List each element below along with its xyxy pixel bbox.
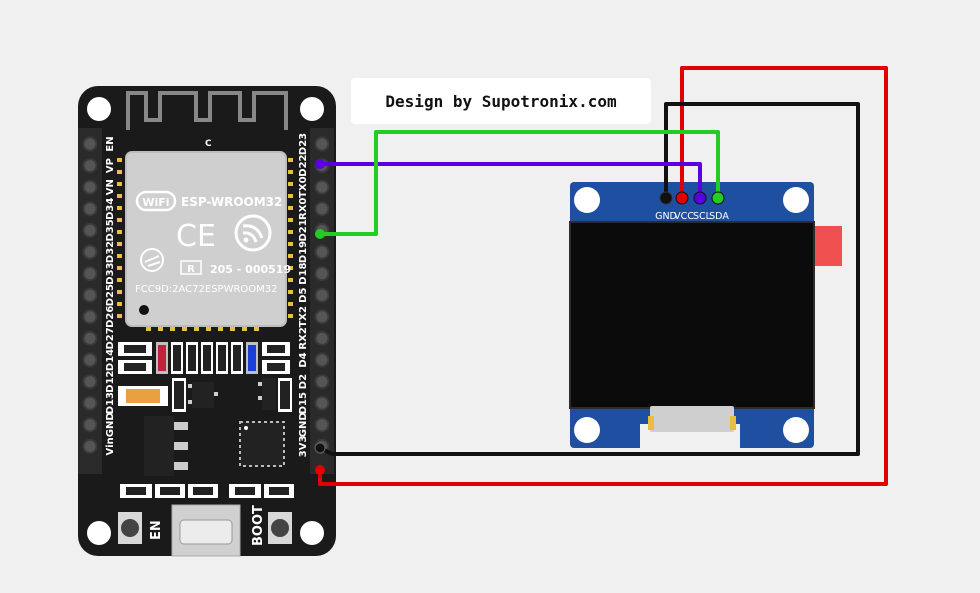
- svg-text:R: R: [187, 264, 195, 275]
- left-pin-label-vin: Vin: [105, 437, 116, 455]
- right-pin-label-d19: D19: [298, 241, 309, 263]
- mount-hole-top-right: [300, 97, 324, 121]
- left-pin-label-d32: D32: [105, 241, 116, 263]
- oled-screen: [569, 221, 815, 409]
- right-pin-label-d2: D2: [298, 374, 309, 389]
- oled-mount-hole-bl: [574, 417, 600, 443]
- left-pin-label-en: EN: [105, 136, 116, 151]
- left-pin-label-d34: D34: [105, 198, 116, 220]
- module-name: ESP-WROOM32: [181, 195, 282, 209]
- right-pin-label-d23: D23: [298, 133, 309, 155]
- left-pin-label-d33: D33: [105, 262, 116, 284]
- left-pin-hole-d14: [82, 352, 98, 368]
- boot-button[interactable]: [268, 512, 292, 544]
- left-pin-hole-en: [82, 136, 98, 152]
- antenna-mark: C: [205, 139, 212, 149]
- left-pin-hole-d26: [82, 309, 98, 325]
- oled-pin-label-vcc: VCC: [674, 211, 694, 222]
- right-pin-hole-d5: [314, 287, 330, 303]
- right-pin-hole-d2: [314, 374, 330, 390]
- oled-mount-hole-tr: [783, 187, 809, 213]
- left-pin-label-vp: VP: [105, 158, 116, 173]
- left-pin-label-gnd: GND: [105, 412, 116, 437]
- terminal-d21: [315, 229, 325, 239]
- cert-id: 205 - 000519: [210, 263, 291, 276]
- right-pin-hole-rx2: [314, 330, 330, 346]
- left-pin-label-d26: D26: [105, 306, 116, 328]
- left-pin-hole-d34: [82, 201, 98, 217]
- left-pin-label-vn: VN: [105, 179, 116, 195]
- right-pin-label-d22: D22: [298, 154, 309, 176]
- left-pin-label-d14: D14: [105, 349, 116, 371]
- oled-mount-hole-tl: [574, 187, 600, 213]
- oled-pin-scl: [693, 191, 707, 205]
- left-pin-hole-d33: [82, 266, 98, 282]
- mount-hole-top-left: [87, 97, 111, 121]
- mount-hole-bottom-right: [300, 521, 324, 545]
- right-pin-label-gnd: GND: [298, 412, 309, 437]
- left-pin-holes: [82, 136, 98, 454]
- left-pin-hole-vp: [82, 158, 98, 174]
- oled-pin-gnd: [659, 191, 673, 205]
- left-pin-hole-vn: [82, 179, 98, 195]
- right-pin-label-d15: D15: [298, 392, 309, 414]
- right-pin-hole-d23: [314, 136, 330, 152]
- left-pin-hole-d12: [82, 374, 98, 390]
- right-pin-hole-gnd: [314, 417, 330, 433]
- right-pin-hole-d18: [314, 266, 330, 282]
- esp32-board: C WiFi ESP-WROOM32 CE R 205 - 000519 FCC…: [78, 86, 336, 557]
- right-pin-hole-d15: [314, 395, 330, 411]
- left-pin-labels: EN VP VN D34D35D32D33D25D26D27D14D12D13GNDV…: [105, 136, 116, 455]
- right-pin-hole-d19: [314, 244, 330, 260]
- right-pin-label-tx0: TX0: [298, 176, 309, 198]
- usb-connector: [171, 504, 241, 557]
- terminal-gnd: [314, 442, 326, 454]
- en-button[interactable]: [118, 512, 142, 544]
- right-pin-hole-d4: [314, 352, 330, 368]
- left-pin-label-d35: D35: [105, 219, 116, 241]
- wifi-badge-text: WiFi: [142, 196, 169, 209]
- left-pin-hole-d35: [82, 222, 98, 238]
- left-pin-label-d12: D12: [105, 370, 116, 392]
- oled-module: GNDVCC SCLSDA: [569, 182, 842, 454]
- left-pin-hole-gnd: [82, 417, 98, 433]
- oled-mount-hole-br: [783, 417, 809, 443]
- right-pin-label-rx0: RX0: [298, 198, 309, 220]
- right-pin-label-rx2: RX2: [298, 327, 309, 349]
- terminal-3v3: [315, 465, 325, 475]
- right-pin-hole-rx0: [314, 201, 330, 217]
- pin1-dot: [139, 305, 149, 315]
- right-pin-labels: D23D22TX0RX0D21D19D18 D5 TX2RX2 D4 D2 D15GND3…: [298, 133, 309, 457]
- oled-pin-labels: GNDVCC SCLSDA: [655, 211, 729, 222]
- right-pin-hole-tx2: [314, 309, 330, 325]
- en-button-label: EN: [149, 520, 164, 540]
- left-pin-label-d27: D27: [105, 327, 116, 349]
- mount-hole-bottom-left: [87, 521, 111, 545]
- left-pin-hole-d32: [82, 244, 98, 260]
- oled-pin-vcc: [675, 191, 689, 205]
- right-pin-label-d5: D5: [298, 288, 309, 303]
- right-pin-label-d18: D18: [298, 262, 309, 284]
- terminal-d22: [315, 159, 325, 169]
- oled-pin-label-sda: SDA: [709, 211, 729, 222]
- oled-pin-sda: [711, 191, 725, 205]
- left-pin-hole-d25: [82, 287, 98, 303]
- screen-ribbon-tab: [812, 226, 842, 266]
- flex-cable: [650, 406, 734, 432]
- boot-button-label: BOOT: [251, 505, 266, 546]
- left-pin-hole-d13: [82, 395, 98, 411]
- ce-mark: CE: [176, 219, 216, 254]
- left-pin-hole-d27: [82, 330, 98, 346]
- left-pin-label-d13: D13: [105, 392, 116, 414]
- right-pin-holes: [314, 136, 330, 454]
- right-pin-label-d4: D4: [298, 352, 309, 367]
- left-pin-hole-vin: [82, 438, 98, 454]
- fcc-id: FCC9D:2AC72ESPWROOM32: [135, 284, 278, 295]
- right-pin-label-3v3: 3V3: [298, 436, 309, 458]
- credit-label: Design by Supotronix.com: [351, 78, 651, 124]
- right-pin-label-d21: D21: [298, 219, 309, 241]
- left-pin-label-d25: D25: [105, 284, 116, 306]
- right-pin-label-tx2: TX2: [298, 306, 309, 328]
- right-pin-hole-tx0: [314, 179, 330, 195]
